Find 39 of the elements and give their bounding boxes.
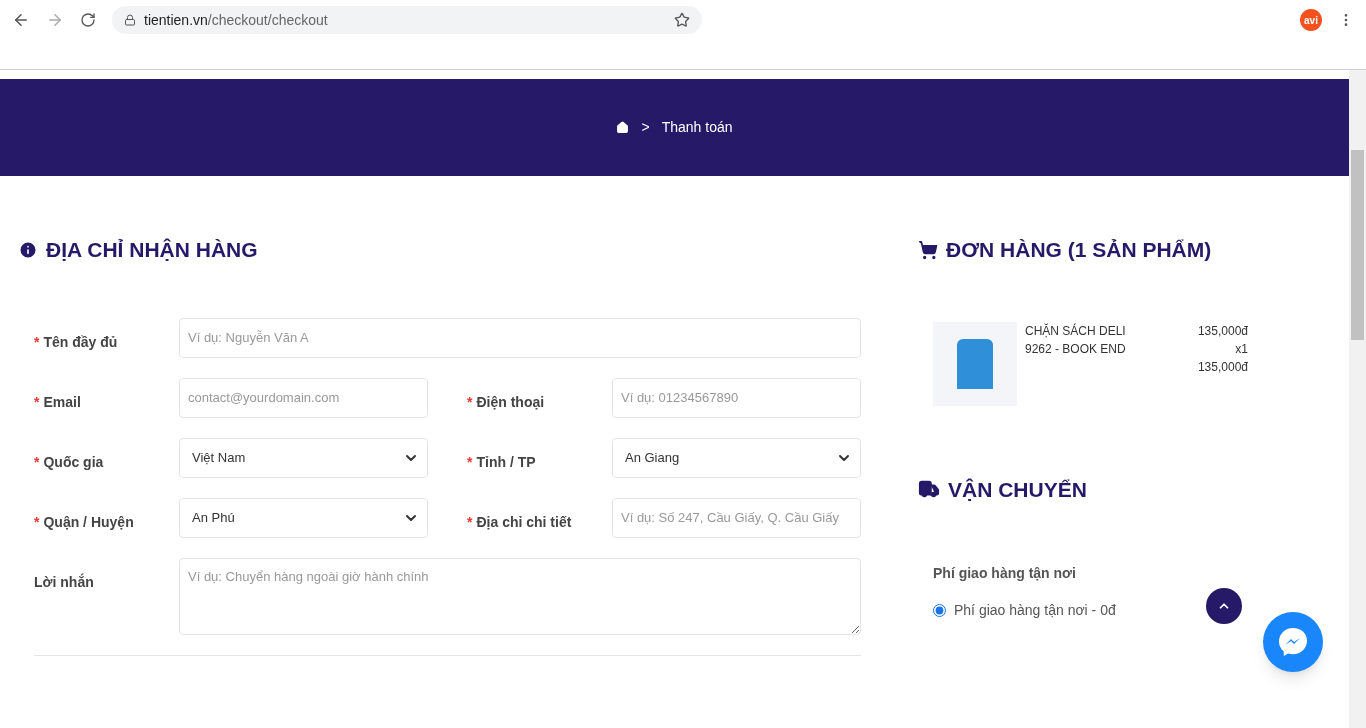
field-label: * Điện thoại bbox=[467, 393, 545, 410]
input-field[interactable]: Ví dụ: Nguyễn Văn A bbox=[179, 317, 861, 358]
select-field[interactable]: An Giang bbox=[612, 437, 861, 478]
section-title: ĐƠN HÀNG (1 SẢN PHẨM) bbox=[946, 237, 1212, 263]
messenger-button[interactable] bbox=[1263, 612, 1323, 672]
address-bar[interactable]: tientien.vn/checkout/checkout bbox=[112, 6, 702, 34]
input-field[interactable]: Ví dụ: 01234567890 bbox=[612, 377, 861, 418]
quantity: x1 bbox=[1235, 340, 1248, 358]
field-label: * Tỉnh / TP bbox=[467, 453, 536, 470]
cart-icon bbox=[918, 239, 938, 260]
breadcrumb-separator: > bbox=[641, 118, 650, 137]
input-field[interactable]: Ví dụ: Số 247, Cầu Giấy, Q. Cầu Giấy bbox=[612, 497, 861, 538]
field-label: * Quận / Huyện bbox=[34, 513, 134, 530]
scrollbar[interactable] bbox=[1349, 70, 1366, 728]
input-field[interactable]: contact@yourdomain.com bbox=[179, 377, 428, 418]
field-label: * Quốc gia bbox=[34, 453, 104, 470]
reload-icon[interactable] bbox=[80, 12, 96, 28]
field-label: * Email bbox=[34, 393, 81, 410]
line-total: 135,000đ bbox=[1197, 358, 1248, 376]
shipping-group-label: Phí giao hàng tận nơi bbox=[933, 564, 1077, 583]
unit-price: 135,000đ bbox=[1197, 322, 1248, 340]
product-name: CHẶN SÁCH DELI 9262 - BOOK END bbox=[1025, 322, 1127, 358]
field-label: Lời nhắn bbox=[34, 573, 94, 590]
message-field[interactable]: Ví dụ: Chuyển hàng ngoài giờ hành chính bbox=[179, 557, 861, 635]
field-label: * Tên đầy đủ bbox=[34, 333, 118, 350]
scroll-top-button[interactable] bbox=[1206, 588, 1242, 624]
section-title: VẬN CHUYỂN bbox=[948, 476, 1087, 503]
section-title: ĐỊA CHỈ NHẬN HÀNG bbox=[46, 237, 258, 263]
breadcrumb-current: Thanh toán bbox=[661, 118, 733, 137]
radio-button[interactable] bbox=[933, 604, 946, 617]
field-label: * Địa chỉ chi tiết bbox=[467, 513, 572, 530]
select-field[interactable]: Việt Nam bbox=[179, 437, 428, 478]
select-field[interactable]: An Phú bbox=[179, 497, 428, 538]
home-icon[interactable] bbox=[616, 121, 630, 134]
back-icon[interactable] bbox=[12, 11, 30, 29]
bookmark-star-icon[interactable] bbox=[674, 12, 690, 28]
info-icon bbox=[18, 239, 38, 260]
lock-icon bbox=[124, 14, 136, 26]
shipping-option[interactable]: Phí giao hàng tận nơi - 0đ bbox=[954, 600, 1116, 621]
